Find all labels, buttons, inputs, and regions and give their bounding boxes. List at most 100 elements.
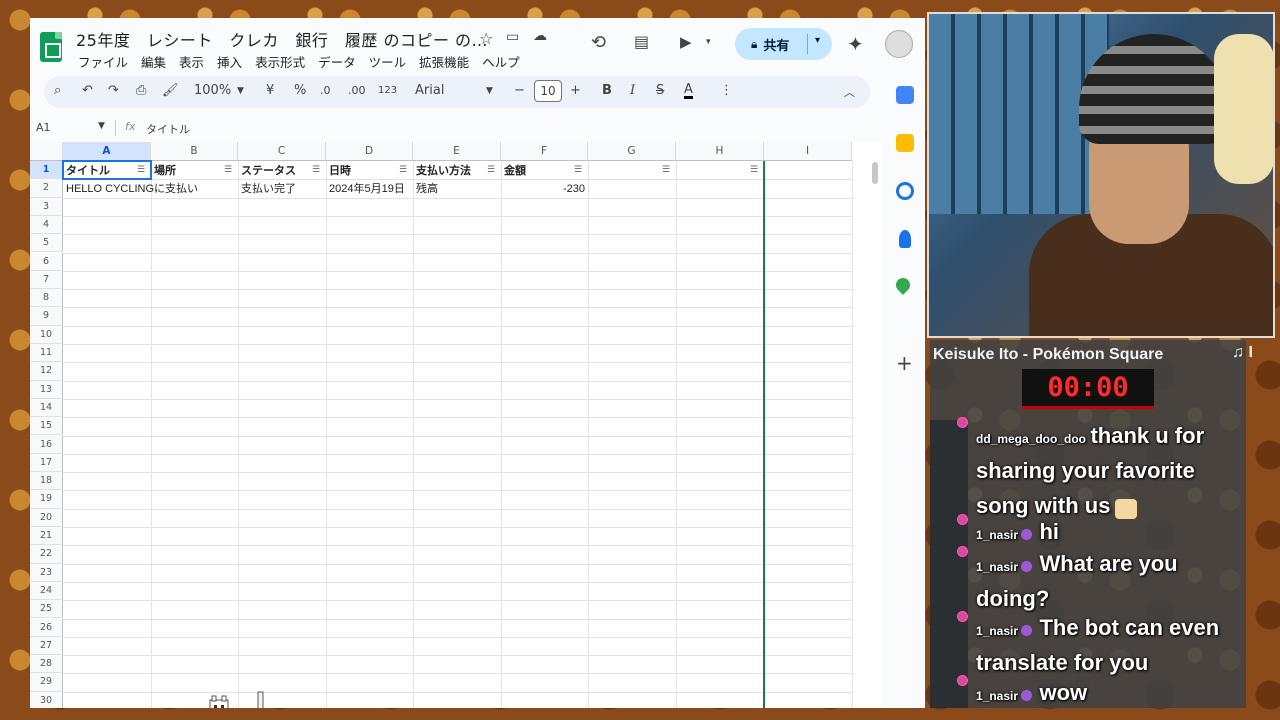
bold-button[interactable]: B [602, 83, 612, 98]
filter-icon[interactable]: ☰ [399, 165, 407, 175]
row-header[interactable]: 24 [30, 581, 63, 601]
strikethrough-button[interactable]: S [656, 83, 664, 98]
row-header[interactable]: 12 [30, 362, 63, 381]
cloud-status-icon[interactable]: ☁ [533, 28, 547, 44]
row-header[interactable]: 27 [30, 636, 63, 656]
document-title[interactable]: 25年度 レシート クレカ 銀行 履歴 のコピー の… [76, 27, 488, 51]
zoom-dropdown-icon[interactable]: ▼ [237, 86, 244, 96]
row-header[interactable]: 16 [30, 435, 63, 454]
share-button[interactable]: 🔒︎ 共有 ▾ [735, 28, 832, 60]
paint-format-icon[interactable]: 🖌︎ [162, 83, 179, 98]
header-cell[interactable]: 場所 [151, 162, 176, 180]
gemini-spark-icon[interactable]: ✦ [847, 32, 864, 56]
maps-icon[interactable] [893, 275, 913, 295]
column-header[interactable]: C [238, 142, 326, 161]
row-header[interactable]: 14 [30, 398, 63, 418]
row-header[interactable]: 17 [30, 453, 63, 473]
move-folder-icon[interactable]: ▭ [506, 29, 519, 45]
increase-decimal-button[interactable]: .00 [348, 84, 366, 97]
row-header[interactable]: 22 [30, 545, 63, 564]
grid-corner[interactable] [30, 142, 63, 161]
vertical-scrollbar[interactable] [872, 162, 878, 184]
row-header[interactable]: 11 [30, 344, 63, 363]
italic-button[interactable]: I [630, 83, 635, 98]
row-header[interactable]: 23 [30, 563, 63, 582]
number-format-button[interactable]: 123 [378, 85, 397, 96]
data-cell[interactable]: 2024年5月19日 [326, 180, 405, 198]
row-header[interactable]: 21 [30, 527, 63, 546]
header-cell[interactable]: 支払い方法 [413, 162, 471, 180]
menu-data[interactable]: データ [318, 52, 356, 71]
row-header[interactable]: 26 [30, 618, 63, 637]
menu-format[interactable]: 表示形式 [255, 52, 305, 71]
undo-icon[interactable]: ↶ [82, 83, 93, 98]
menu-insert[interactable]: 挿入 [217, 52, 242, 71]
name-box-dropdown-icon[interactable]: ▼ [98, 121, 105, 131]
header-cell[interactable]: 金額 [501, 162, 526, 180]
meet-dropdown-icon[interactable]: ▾ [706, 37, 711, 47]
spreadsheet-grid[interactable]: A B C D E F G H I 1 2 3 4 5 6 7 8 9 10 11 12 13 14 15 16 17 18 19 20… [30, 142, 882, 708]
version-history-icon[interactable]: ⟲ [591, 32, 606, 53]
row-header[interactable]: 2 [30, 179, 63, 198]
row-header[interactable]: 9 [30, 307, 63, 326]
search-icon[interactable]: ⌕ [54, 83, 61, 98]
row-header[interactable]: 7 [30, 270, 63, 290]
menu-extensions[interactable]: 拡張機能 [419, 52, 469, 71]
column-header[interactable]: I [764, 142, 852, 161]
column-header[interactable]: E [413, 142, 501, 161]
filter-icon[interactable]: ☰ [662, 165, 670, 175]
row-header[interactable]: 10 [30, 325, 63, 344]
row-header[interactable]: 20 [30, 508, 63, 527]
formula-input[interactable]: タイトル [146, 121, 190, 137]
column-header[interactable]: F [501, 142, 588, 161]
calendar-icon[interactable] [896, 86, 914, 104]
sheets-logo-icon[interactable] [40, 32, 62, 62]
zoom-select[interactable]: 100% [194, 83, 231, 98]
menu-tools[interactable]: ツール [369, 52, 407, 71]
tasks-icon[interactable] [896, 182, 914, 200]
font-size-increase-button[interactable]: + [570, 83, 581, 98]
row-header[interactable]: 25 [30, 600, 63, 619]
avatar[interactable] [885, 30, 913, 58]
data-cell[interactable]: 残高 [413, 180, 438, 198]
share-dropdown-icon[interactable]: ▾ [815, 35, 820, 46]
currency-button[interactable]: ¥ [266, 83, 274, 98]
keep-icon[interactable] [896, 134, 914, 152]
row-header[interactable]: 4 [30, 215, 63, 235]
row-header[interactable]: 28 [30, 655, 63, 674]
row-header[interactable]: 29 [30, 673, 63, 692]
data-cell[interactable]: -230 [501, 180, 585, 198]
filter-icon[interactable]: ☰ [487, 165, 495, 175]
menu-file[interactable]: ファイル [78, 52, 128, 71]
data-cell[interactable]: HELLO CYCLINGに支払い [63, 180, 198, 198]
column-header[interactable]: D [326, 142, 413, 161]
row-header[interactable]: 19 [30, 490, 63, 509]
header-cell[interactable]: 日時 [326, 162, 351, 180]
comments-icon[interactable]: ▤ [634, 32, 649, 51]
filter-icon[interactable]: ☰ [224, 165, 232, 175]
font-size-input[interactable]: 10 [534, 80, 562, 102]
print-icon[interactable]: ⎙ [136, 83, 146, 98]
data-cell[interactable]: 支払い完了 [238, 180, 296, 198]
filter-icon[interactable]: ☰ [312, 165, 320, 175]
font-dropdown-icon[interactable]: ▼ [486, 86, 493, 96]
collapse-toolbar-icon[interactable]: ︿ [844, 84, 855, 100]
name-box[interactable]: A1 [36, 121, 51, 134]
percent-button[interactable]: % [294, 83, 306, 98]
row-header[interactable]: 18 [30, 472, 63, 491]
column-header[interactable]: A [63, 142, 151, 161]
row-header[interactable]: 30 [30, 691, 63, 708]
filter-icon[interactable]: ☰ [574, 165, 582, 175]
header-cell[interactable]: ステータス [238, 162, 296, 180]
menu-help[interactable]: ヘルプ [482, 52, 520, 71]
filter-icon[interactable]: ☰ [750, 165, 758, 175]
decrease-decimal-button[interactable]: .0 [320, 84, 331, 97]
row-header[interactable]: 15 [30, 417, 63, 436]
row-header[interactable]: 3 [30, 197, 63, 216]
row-header[interactable]: 1 [30, 161, 63, 180]
menu-edit[interactable]: 編集 [141, 52, 166, 71]
text-color-button[interactable]: A [684, 83, 693, 99]
font-size-decrease-button[interactable]: − [514, 83, 525, 98]
row-header[interactable]: 5 [30, 234, 63, 253]
row-header[interactable]: 8 [30, 289, 63, 308]
